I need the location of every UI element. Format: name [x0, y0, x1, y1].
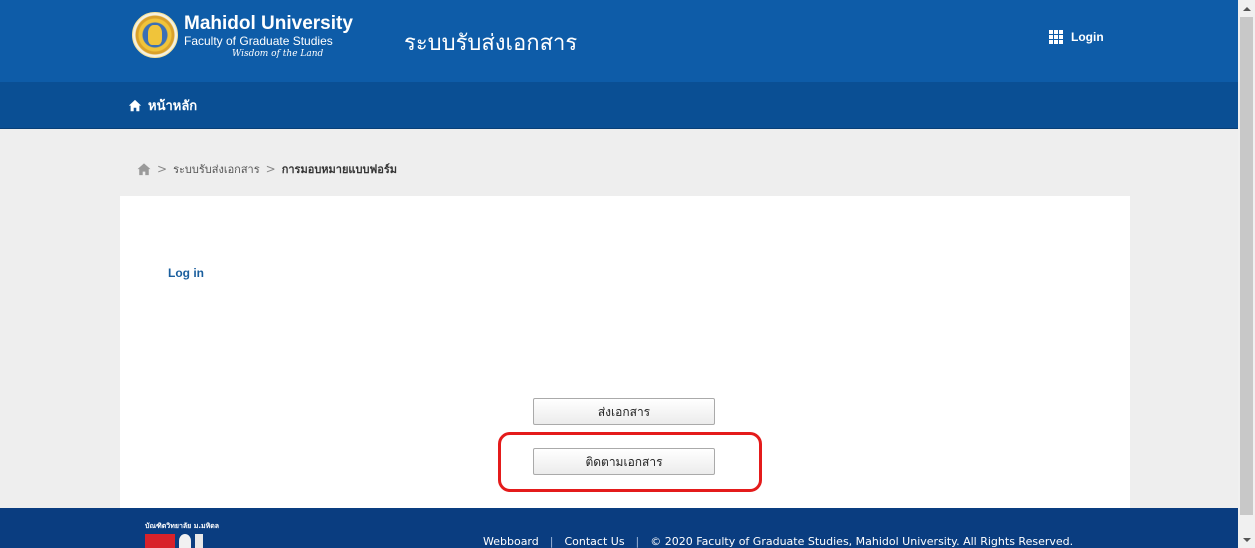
breadcrumb-home-icon[interactable] [137, 162, 151, 176]
home-icon [128, 99, 142, 111]
footer-logo-icon [145, 534, 175, 548]
top-header: Mahidol University Faculty of Graduate S… [0, 0, 1238, 82]
footer-logos [145, 534, 205, 548]
breadcrumb-item-current: การมอบหมายแบบฟอร์ม [281, 163, 398, 176]
faculty-name: Faculty of Graduate Studies [184, 34, 333, 48]
breadcrumb-separator: > [157, 162, 168, 176]
breadcrumb: > ระบบรับส่งเอกสาร > การมอบหมายแบบฟอร์ม [137, 160, 397, 178]
scroll-down-arrow-icon[interactable] [1238, 531, 1255, 548]
footer-divider: | [549, 535, 554, 548]
footer-links: Webboard | Contact Us | © 2020 Faculty of Gr… [483, 535, 1073, 548]
login-heading-link[interactable]: Log in [168, 266, 204, 280]
grid-menu-icon [1049, 30, 1063, 44]
footer-org-label: บัณฑิตวิทยาลัย ม.มหิดล [145, 522, 220, 530]
footer-link-contact-us[interactable]: Contact Us [564, 535, 624, 548]
main-nav: หน้าหลัก [0, 82, 1238, 129]
footer-seal-icon [179, 534, 191, 548]
breadcrumb-item-document-system[interactable]: ระบบรับส่งเอกสาร [173, 160, 260, 178]
breadcrumb-separator: > [265, 162, 276, 176]
login-link[interactable]: Login [1049, 30, 1104, 44]
nav-home-label: หน้าหลัก [148, 99, 198, 114]
scrollbar-thumb[interactable] [1240, 17, 1253, 515]
vertical-scrollbar[interactable] [1238, 0, 1255, 548]
footer-divider: | [635, 535, 640, 548]
system-title: ระบบรับส่งเอกสาร [404, 31, 578, 56]
footer-link-webboard[interactable]: Webboard [483, 535, 539, 548]
track-document-button[interactable]: ติดตามเอกสาร [533, 448, 715, 475]
university-motto: Wisdom of the Land [232, 49, 324, 59]
send-document-button[interactable]: ส่งเอกสาร [533, 398, 715, 425]
footer-emblem-icon [195, 534, 203, 548]
main-content-panel: Log in ส่งเอกสาร ติดตามเอกสาร [120, 196, 1130, 508]
scroll-up-arrow-icon[interactable] [1238, 0, 1255, 17]
university-name: Mahidol University [184, 13, 353, 34]
footer: บัณฑิตวิทยาลัย ม.มหิดล Webboard | Contact … [0, 508, 1238, 548]
login-label: Login [1071, 30, 1104, 44]
university-seal-icon [132, 12, 178, 58]
footer-copyright: © 2020 Faculty of Graduate Studies, Mahi… [650, 535, 1074, 548]
nav-home-link[interactable]: หน้าหลัก [128, 95, 197, 116]
